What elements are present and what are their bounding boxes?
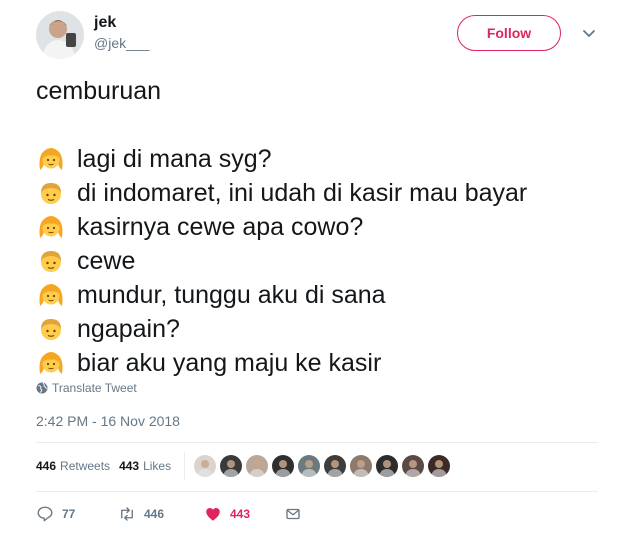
liker-avatar[interactable] (350, 455, 373, 477)
liker-avatar[interactable] (272, 455, 295, 477)
dialog-line-text: lagi di mana syg? (77, 145, 272, 173)
girl-emoji-icon (36, 348, 66, 378)
dialog-line: di indomaret, ini udah di kasir mau baya… (36, 176, 606, 210)
girl-emoji-icon (36, 144, 66, 174)
globe-icon (36, 382, 48, 394)
retweets-label: Retweets (60, 459, 111, 473)
translate-label: Translate Tweet (52, 381, 137, 395)
dialog-line-text: di indomaret, ini udah di kasir mau baya… (77, 179, 528, 207)
dialog-line-text: ngapain? (77, 315, 180, 343)
liker-avatar[interactable] (194, 455, 217, 477)
boy-emoji-icon (36, 178, 66, 208)
tweet-timestamp[interactable]: 2:42 PM - 16 Nov 2018 (36, 413, 180, 429)
dialog-line: ngapain? (36, 312, 606, 346)
tweet-actions: 77 446 443 (36, 503, 310, 525)
dialog-line-text: biar aku yang maju ke kasir (77, 349, 382, 377)
retweet-count: 446 (144, 507, 165, 521)
retweet-icon (121, 507, 133, 521)
tweet-title-line: cemburuan (36, 77, 162, 105)
follow-button[interactable]: Follow (457, 15, 561, 51)
user-names: jek @jek___ (94, 13, 149, 53)
likes-count: 443 (119, 459, 140, 473)
heart-icon (206, 508, 220, 521)
avatar[interactable] (36, 11, 84, 59)
retweets-count: 446 (36, 459, 57, 473)
screen-name[interactable]: @jek___ (94, 33, 149, 53)
liker-avatar[interactable] (376, 455, 399, 477)
dialog-line: lagi di mana syg? (36, 142, 606, 176)
translate-tweet-link[interactable]: Translate Tweet (36, 381, 137, 395)
dialog-line: biar aku yang maju ke kasir (36, 346, 606, 380)
reply-icon (37, 506, 53, 522)
tweet-text: cemburuan lagi di mana syg? di indomaret… (36, 74, 606, 380)
dialog-line: mundur, tunggu aku di sana (36, 278, 606, 312)
retweet-button[interactable]: 446 (118, 505, 204, 523)
girl-emoji-icon (36, 212, 66, 242)
tweet-stats: 446 Retweets 443 Likes (36, 452, 454, 480)
likes-stat[interactable]: 443 Likes (119, 459, 171, 473)
liker-avatar[interactable] (298, 455, 321, 477)
chevron-down-icon[interactable] (581, 25, 597, 41)
divider (36, 442, 598, 443)
liker-avatar[interactable] (402, 455, 425, 477)
direct-message-button[interactable] (284, 505, 310, 523)
display-name[interactable]: jek (94, 13, 149, 33)
boy-emoji-icon (36, 246, 66, 276)
liker-avatars (194, 455, 454, 477)
stats-divider (184, 452, 186, 480)
retweets-stat[interactable]: 446 Retweets (36, 459, 110, 473)
like-count: 443 (230, 507, 251, 521)
like-button[interactable]: 443 (204, 505, 284, 523)
liker-avatar[interactable] (428, 455, 451, 477)
girl-emoji-icon (36, 280, 66, 310)
liker-avatar[interactable] (324, 455, 347, 477)
dialog-line-text: mundur, tunggu aku di sana (77, 281, 386, 309)
dialog-line-text: cewe (77, 247, 136, 275)
boy-emoji-icon (36, 314, 66, 344)
liker-avatar[interactable] (246, 455, 269, 477)
tweet-header: jek @jek___ Follow (36, 11, 606, 59)
dialog-line-text: kasirnya cewe apa cowo? (77, 213, 364, 241)
reply-count: 77 (62, 507, 76, 521)
reply-button[interactable]: 77 (36, 505, 118, 523)
likes-label: Likes (143, 459, 172, 473)
liker-avatar[interactable] (220, 455, 243, 477)
mail-icon (286, 508, 300, 520)
dialog-line: cewe (36, 244, 606, 278)
dialog-lines: lagi di mana syg? di indomaret, ini udah… (36, 142, 606, 380)
divider (36, 491, 598, 492)
dialog-line: kasirnya cewe apa cowo? (36, 210, 606, 244)
